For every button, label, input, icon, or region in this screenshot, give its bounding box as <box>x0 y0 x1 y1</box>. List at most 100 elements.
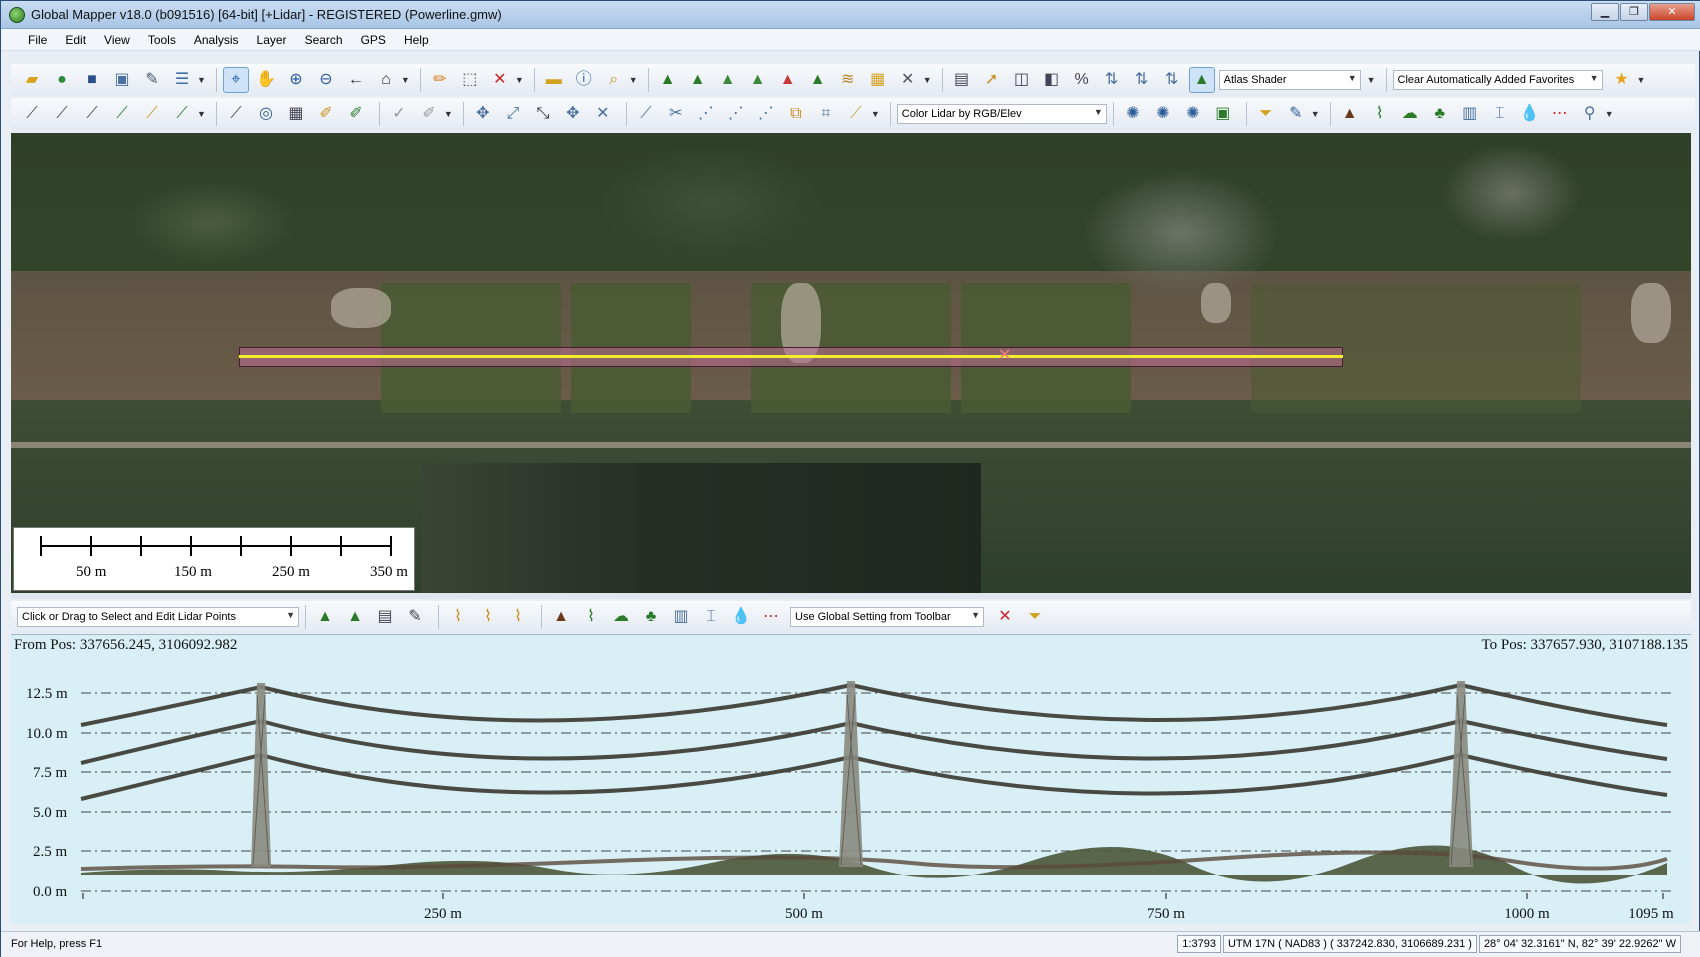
tools-x-icon[interactable]: ✕ <box>895 67 921 93</box>
overlay-control-icon[interactable]: ☰ <box>169 67 195 93</box>
profile-water-icon[interactable]: 💧 <box>728 604 754 630</box>
menu-tools[interactable]: Tools <box>139 29 185 50</box>
shader-icon[interactable]: ▲ <box>1188 67 1215 93</box>
elevation-1-icon[interactable]: ⇅ <box>1099 67 1125 93</box>
config-wrench-icon[interactable]: ✎ <box>139 67 165 93</box>
feature-1-icon[interactable]: ⟋ <box>633 101 659 127</box>
profile-chart-3-icon[interactable]: ⌇ <box>505 604 531 630</box>
vertex-icon[interactable]: ⤡ <box>530 101 556 127</box>
feature-3-icon[interactable]: ⋰ <box>693 101 719 127</box>
profile-terrain-1-icon[interactable]: ▲ <box>312 604 338 630</box>
minimize-button[interactable]: ▁ <box>1591 3 1619 21</box>
profile-setting-select[interactable]: Use Global Setting from Toolbar ▼ <box>790 607 984 627</box>
profile-building-icon[interactable]: ▥ <box>668 604 694 630</box>
pan-hand-icon[interactable]: ✋ <box>253 67 279 93</box>
zoom-out-icon[interactable]: ⊖ <box>313 67 339 93</box>
back-arrow-icon[interactable]: ← <box>343 67 369 93</box>
profile-clear-icon[interactable]: ✕ <box>992 604 1018 630</box>
pencil-icon[interactable]: ✏ <box>427 67 453 93</box>
chevron-down-icon[interactable]: ▼ <box>629 75 638 85</box>
map-view[interactable]: ✕ 50 m 150 m 250 m 350 m <box>11 133 1691 593</box>
workspace-icon[interactable]: ▣ <box>109 67 135 93</box>
menu-search[interactable]: Search <box>296 29 352 50</box>
water-drop-icon[interactable]: 💧 <box>1517 101 1543 127</box>
profile-chart-1-icon[interactable]: ⌇ <box>445 604 471 630</box>
profile-ground-icon[interactable]: ▲ <box>548 604 574 630</box>
terrain-3-icon[interactable]: ▲ <box>715 67 741 93</box>
terrain-5-icon[interactable]: ▲ <box>775 67 801 93</box>
feature-4-icon[interactable]: ⋰ <box>723 101 749 127</box>
lidar-edit-icon[interactable]: ✎ <box>1283 101 1309 127</box>
profile-layout-icon[interactable]: ▤ <box>372 604 398 630</box>
powerline-path-line[interactable] <box>239 355 1343 358</box>
star-icon[interactable]: ★ <box>1609 67 1635 93</box>
digitizer-select-icon[interactable]: ⌖ <box>222 67 249 93</box>
chevron-down-icon[interactable]: ▼ <box>444 109 453 119</box>
zoom-in-icon[interactable]: ⊕ <box>283 67 309 93</box>
line-draw-6-icon[interactable]: ⟋ <box>169 101 195 127</box>
chevron-down-icon[interactable]: ▼ <box>197 109 206 119</box>
chevron-down-icon[interactable]: ▼ <box>871 109 880 119</box>
menu-edit[interactable]: Edit <box>56 29 95 50</box>
measure-ruler-icon[interactable]: ▬ <box>541 67 567 93</box>
menu-layer[interactable]: Layer <box>248 29 296 50</box>
chevron-down-icon[interactable]: ▼ <box>1605 109 1614 119</box>
close-button[interactable]: ✕ <box>1649 3 1695 21</box>
line-draw-5-icon[interactable]: ⟋ <box>139 101 165 127</box>
line-draw-4-icon[interactable]: ⟋ <box>109 101 135 127</box>
lidar-4-icon[interactable]: ▣ <box>1210 101 1236 127</box>
search-lidar-icon[interactable]: ⚲ <box>1577 101 1603 127</box>
rectangle-select-icon[interactable]: ⬚ <box>457 67 483 93</box>
chevron-down-icon[interactable]: ▼ <box>1637 75 1646 85</box>
profile-tree-icon[interactable]: ♣ <box>638 604 664 630</box>
range-ring-icon[interactable]: ◎ <box>253 101 279 127</box>
shader-select[interactable]: Atlas Shader ▼ <box>1218 70 1361 90</box>
chevron-down-icon[interactable]: ▼ <box>1311 109 1320 119</box>
move-vertex-icon[interactable]: ✥ <box>560 101 586 127</box>
path-profile-icon[interactable]: ➚ <box>979 67 1005 93</box>
crop-icon[interactable]: ⌗ <box>813 101 839 127</box>
powerline-icon[interactable]: ⌶ <box>1487 101 1513 127</box>
chevron-down-icon[interactable]: ▼ <box>923 75 932 85</box>
find-icon[interactable]: ⌕ <box>601 67 627 93</box>
resize-icon[interactable]: ⤢ <box>500 101 526 127</box>
snap-icon[interactable]: ✕ <box>590 101 616 127</box>
noise-icon[interactable]: ⋯ <box>1547 101 1573 127</box>
chevron-down-icon[interactable]: ▼ <box>197 75 206 85</box>
lidar-color-select[interactable]: Color Lidar by RGB/Elev ▼ <box>896 104 1107 124</box>
terrain-6-icon[interactable]: ▲ <box>805 67 831 93</box>
profile-terrain-2-icon[interactable]: ▲ <box>342 604 368 630</box>
line-draw-2-icon[interactable]: ⟋ <box>49 101 75 127</box>
edit-3-icon[interactable]: ✓ <box>386 101 412 127</box>
compass-icon[interactable]: ⟋ <box>223 101 249 127</box>
contour-icon[interactable]: ≋ <box>835 67 861 93</box>
edit-1-icon[interactable]: ✐ <box>313 101 339 127</box>
profile-med-veg-icon[interactable]: ☁ <box>608 604 634 630</box>
edit-4-icon[interactable]: ✐ <box>416 101 442 127</box>
layout-icon[interactable]: ▤ <box>949 67 975 93</box>
building-icon[interactable]: ▥ <box>1457 101 1483 127</box>
grid-icon[interactable]: ▦ <box>283 101 309 127</box>
profile-powerline-icon[interactable]: ⌶ <box>698 604 724 630</box>
globe-icon[interactable]: ● <box>49 67 75 93</box>
info-icon[interactable]: ⓘ <box>571 67 597 93</box>
menu-analysis[interactable]: Analysis <box>185 29 248 50</box>
line-draw-1-icon[interactable]: ⟋ <box>19 101 45 127</box>
profile-wrench-icon[interactable]: ✎ <box>402 604 428 630</box>
view-splitter[interactable] <box>11 593 1691 599</box>
terrain-1-icon[interactable]: ▲ <box>655 67 681 93</box>
maximize-button[interactable]: ❐ <box>1620 3 1648 21</box>
ground-class-icon[interactable]: ▲ <box>1337 101 1363 127</box>
med-veg-icon[interactable]: ☁ <box>1397 101 1423 127</box>
measure-icon[interactable]: ⟋ <box>843 101 869 127</box>
elevation-2-icon[interactable]: ⇅ <box>1129 67 1155 93</box>
chevron-down-icon[interactable]: ▼ <box>1367 75 1376 85</box>
split-view-icon[interactable]: ◫ <box>1009 67 1035 93</box>
terrain-4-icon[interactable]: ▲ <box>745 67 771 93</box>
elevation-3-icon[interactable]: ⇅ <box>1159 67 1185 93</box>
profile-mode-select[interactable]: Click or Drag to Select and Edit Lidar P… <box>17 607 299 627</box>
profile-view[interactable]: From Pos: 337656.245, 3106092.982 To Pos… <box>11 634 1691 924</box>
raster-icon[interactable]: ▦ <box>865 67 891 93</box>
path-midpoint-x-icon[interactable]: ✕ <box>998 345 1011 365</box>
lidar-1-icon[interactable]: ✺ <box>1120 101 1146 127</box>
